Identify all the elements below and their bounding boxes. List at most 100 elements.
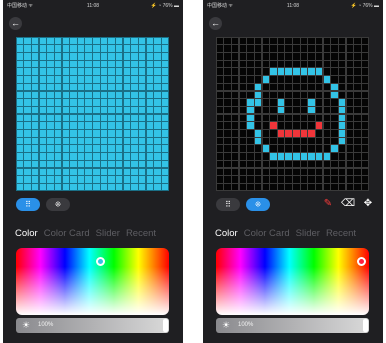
led-pixel[interactable] <box>47 130 54 137</box>
led-pixel[interactable] <box>85 45 92 52</box>
led-pixel[interactable] <box>293 122 300 129</box>
led-pixel[interactable] <box>285 168 292 175</box>
led-pixel[interactable] <box>123 91 131 98</box>
led-pixel[interactable] <box>323 153 331 160</box>
pixel-canvas[interactable] <box>16 37 169 191</box>
led-pixel[interactable] <box>154 99 161 106</box>
led-pixel[interactable] <box>161 45 169 52</box>
color-picker[interactable] <box>216 248 369 315</box>
led-pixel[interactable] <box>100 183 108 191</box>
led-pixel[interactable] <box>323 45 331 52</box>
led-pixel[interactable] <box>361 91 369 98</box>
led-pixel[interactable] <box>247 145 254 152</box>
led-pixel[interactable] <box>247 45 254 52</box>
led-pixel[interactable] <box>39 130 46 137</box>
led-pixel[interactable] <box>100 137 108 145</box>
led-pixel[interactable] <box>93 91 100 98</box>
led-pixel[interactable] <box>354 168 361 175</box>
led-pixel[interactable] <box>24 91 31 98</box>
led-pixel[interactable] <box>331 60 338 68</box>
led-pixel[interactable] <box>31 160 39 168</box>
led-pixel[interactable] <box>24 106 31 114</box>
led-pixel[interactable] <box>247 137 254 145</box>
led-pixel[interactable] <box>262 60 269 68</box>
led-pixel[interactable] <box>146 83 154 91</box>
tab-slider[interactable]: Slider <box>296 228 320 239</box>
led-pixel[interactable] <box>146 130 154 137</box>
led-pixel[interactable] <box>339 137 346 145</box>
move-tool[interactable]: ✥ <box>361 197 375 211</box>
led-pixel[interactable] <box>139 91 146 98</box>
led-pixel[interactable] <box>300 114 308 122</box>
led-pixel[interactable] <box>54 130 62 137</box>
led-pixel[interactable] <box>100 83 108 91</box>
led-pixel[interactable] <box>224 83 231 91</box>
led-pixel[interactable] <box>239 99 246 106</box>
led-pixel[interactable] <box>361 99 369 106</box>
led-pixel[interactable] <box>39 106 46 114</box>
led-pixel[interactable] <box>354 99 361 106</box>
led-pixel[interactable] <box>270 168 277 175</box>
led-pixel[interactable] <box>62 60 69 68</box>
led-pixel[interactable] <box>85 122 92 129</box>
color-picker-thumb[interactable] <box>356 256 366 266</box>
led-pixel[interactable] <box>93 122 100 129</box>
led-pixel[interactable] <box>93 137 100 145</box>
led-pixel[interactable] <box>216 37 224 45</box>
led-pixel[interactable] <box>224 137 231 145</box>
tab-color-card[interactable]: Color Card <box>244 228 290 239</box>
led-pixel[interactable] <box>277 37 285 45</box>
led-pixel[interactable] <box>131 114 138 122</box>
led-pixel[interactable] <box>346 145 354 152</box>
led-pixel[interactable] <box>16 122 24 129</box>
led-pixel[interactable] <box>262 37 269 45</box>
led-pixel[interactable] <box>16 106 24 114</box>
led-pixel[interactable] <box>323 91 331 98</box>
led-pixel[interactable] <box>262 130 269 137</box>
led-pixel[interactable] <box>262 99 269 106</box>
brightness-knob[interactable] <box>363 319 368 332</box>
led-pixel[interactable] <box>123 83 131 91</box>
led-pixel[interactable] <box>146 45 154 52</box>
led-pixel[interactable] <box>39 60 46 68</box>
led-pixel[interactable] <box>70 60 77 68</box>
led-pixel[interactable] <box>316 76 323 83</box>
led-pixel[interactable] <box>70 91 77 98</box>
led-pixel[interactable] <box>247 99 254 106</box>
led-pixel[interactable] <box>161 99 169 106</box>
led-pixel[interactable] <box>108 37 115 45</box>
led-pixel[interactable] <box>331 37 338 45</box>
led-pixel[interactable] <box>131 53 138 60</box>
led-pixel[interactable] <box>277 183 285 191</box>
led-pixel[interactable] <box>108 160 115 168</box>
led-pixel[interactable] <box>62 91 69 98</box>
led-pixel[interactable] <box>300 68 308 75</box>
led-pixel[interactable] <box>270 76 277 83</box>
led-pixel[interactable] <box>247 122 254 129</box>
led-pixel[interactable] <box>216 130 224 137</box>
led-pixel[interactable] <box>16 60 24 68</box>
led-pixel[interactable] <box>224 122 231 129</box>
led-pixel[interactable] <box>131 160 138 168</box>
led-pixel[interactable] <box>108 168 115 175</box>
led-pixel[interactable] <box>308 91 315 98</box>
led-pixel[interactable] <box>16 45 24 52</box>
led-pixel[interactable] <box>77 91 85 98</box>
led-pixel[interactable] <box>154 60 161 68</box>
led-pixel[interactable] <box>100 153 108 160</box>
led-pixel[interactable] <box>254 130 262 137</box>
led-pixel[interactable] <box>100 53 108 60</box>
led-pixel[interactable] <box>31 122 39 129</box>
led-pixel[interactable] <box>108 114 115 122</box>
led-pixel[interactable] <box>62 99 69 106</box>
tab-recent[interactable]: Recent <box>126 228 156 239</box>
led-pixel[interactable] <box>308 99 315 106</box>
led-pixel[interactable] <box>239 153 246 160</box>
led-pixel[interactable] <box>277 168 285 175</box>
led-pixel[interactable] <box>16 99 24 106</box>
led-pixel[interactable] <box>224 91 231 98</box>
led-pixel[interactable] <box>339 83 346 91</box>
led-pixel[interactable] <box>346 183 354 191</box>
led-pixel[interactable] <box>62 122 69 129</box>
led-pixel[interactable] <box>300 122 308 129</box>
